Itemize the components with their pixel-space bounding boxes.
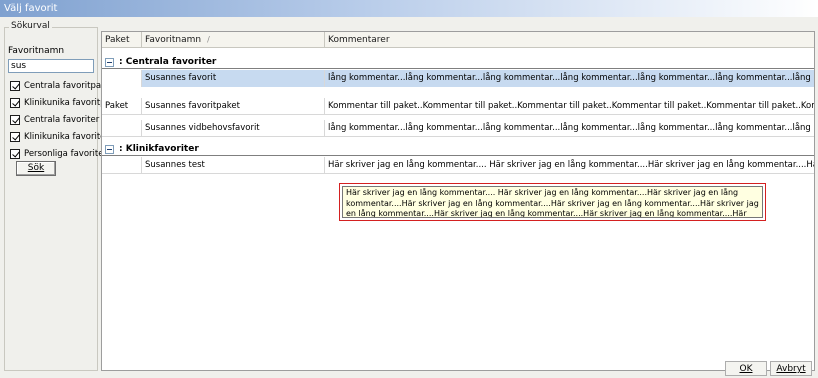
check-icon[interactable] [10,81,20,91]
column-header-label: Paket [105,35,130,45]
table-row[interactable]: Susannes vidbehovsfavorit lång kommentar… [102,120,814,137]
column-header-kommentarer[interactable]: Kommentarer [325,32,814,48]
checkbox-label: Personliga favoriter [24,149,107,159]
search-criteria-title: Sökurval [9,21,52,31]
check-icon[interactable] [10,132,20,142]
dialog-window: Sökurval Favoritnamn Centrala favoritpak… [0,17,818,378]
column-header-label: Favoritnamn [145,35,202,45]
checkbox-personal-favorites[interactable]: Personliga favoriter [10,149,107,159]
table-row[interactable]: Paket Susannes favoritpaket Kommentar ti… [102,98,814,115]
cell-comment: Kommentar till paket..Kommentar till pak… [328,101,814,111]
favorite-name-label: Favoritnamn [8,46,65,56]
table-row[interactable]: Susannes test Här skriver jag en lång ko… [102,157,815,174]
favorite-name-input[interactable] [8,59,94,73]
cell-comment: lång kommentar...lång kommentar...lång k… [325,70,814,87]
checkbox-central-favorites[interactable]: Centrala favoriter [10,115,99,125]
cell-paket [102,120,142,137]
group-row-clinic-favorites[interactable]: : Klinikfavoriter [102,143,814,156]
check-icon[interactable] [10,98,20,108]
group-row-central-favorites[interactable]: : Centrala favoriter [102,56,814,69]
cancel-button[interactable]: Avbryt [770,361,812,376]
window-title-bar: Välj favorit [0,0,818,17]
checkbox-central-packages[interactable]: Centrala favoritpaket [10,81,114,91]
cell-comment: Här skriver jag en lång kommentar.... Hä… [328,160,815,170]
column-header-favoritnamn[interactable]: Favoritnamn / [142,32,325,48]
group-label: : Klinikfavoriter [119,144,199,154]
search-criteria-group: Sökurval [4,21,98,371]
cell-comment: lång kommentar...lång kommentar...lång k… [328,123,814,133]
cell-paket [102,157,142,174]
collapse-icon[interactable] [105,57,114,67]
comment-tooltip-text: Här skriver jag en lång kommentar.... Hä… [342,186,763,218]
cell-paket: Paket [102,98,142,115]
collapse-icon[interactable] [105,144,114,154]
checkbox-label: Klinikunika favoriter [24,132,109,142]
search-button[interactable]: Sök [16,161,56,176]
checkbox-clinic-favorites[interactable]: Klinikunika favoriter [10,132,109,142]
window-title: Välj favorit [4,3,58,14]
cell-paket [102,70,142,87]
column-header-paket[interactable]: Paket [102,32,142,48]
cell-favorite-name: Susannes favorit [142,70,325,87]
comment-tooltip: Här skriver jag en lång kommentar.... Hä… [339,183,766,221]
check-icon[interactable] [10,149,20,159]
checkbox-label: Centrala favoriter [24,115,100,125]
group-label: : Centrala favoriter [119,57,217,67]
table-row[interactable]: Susannes favorit lång kommentar...lång k… [102,70,814,87]
column-header-label: Kommentarer [328,35,390,45]
grid-header: Paket Favoritnamn / Kommentarer [102,32,814,48]
cell-favorite-name: Susannes favoritpaket [142,98,325,115]
cell-favorite-name: Susannes test [142,157,325,174]
check-icon[interactable] [10,115,20,125]
cell-favorite-name: Susannes vidbehovsfavorit [142,120,325,137]
ok-button[interactable]: OK [725,361,767,376]
sort-icon: / [207,35,210,44]
